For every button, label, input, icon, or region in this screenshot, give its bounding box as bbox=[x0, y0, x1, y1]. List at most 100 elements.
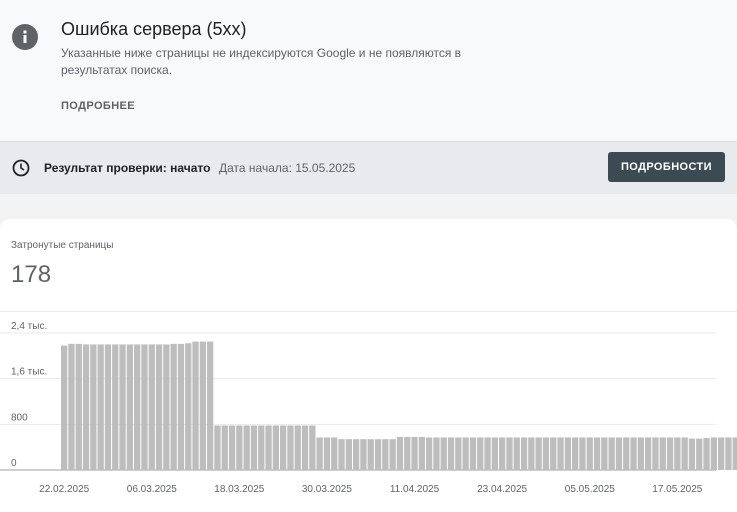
chart-bar[interactable] bbox=[367, 439, 374, 470]
chart-bar[interactable] bbox=[528, 437, 535, 470]
chart-bar[interactable] bbox=[579, 437, 586, 470]
clock-icon bbox=[12, 159, 30, 177]
chart-bar[interactable] bbox=[82, 344, 90, 470]
chart-bar[interactable] bbox=[126, 344, 133, 470]
chart-bar[interactable] bbox=[484, 437, 491, 470]
chart-bar[interactable] bbox=[491, 437, 498, 470]
chart-bar[interactable] bbox=[68, 343, 75, 470]
chart-bar[interactable] bbox=[75, 343, 82, 470]
chart-bar[interactable] bbox=[163, 344, 170, 470]
chart-bar[interactable] bbox=[199, 341, 206, 470]
chart-bar[interactable] bbox=[382, 439, 389, 470]
chart-bar[interactable] bbox=[294, 425, 301, 470]
chart-bar[interactable] bbox=[316, 437, 323, 470]
chart-bar[interactable] bbox=[90, 344, 97, 470]
chart-bar[interactable] bbox=[192, 341, 199, 470]
chart-bar[interactable] bbox=[185, 343, 192, 470]
chart-bar[interactable] bbox=[112, 344, 119, 470]
chart-bar[interactable] bbox=[645, 437, 652, 470]
chart-bar[interactable] bbox=[360, 439, 367, 470]
chart-bar[interactable] bbox=[97, 344, 104, 470]
chart-bar[interactable] bbox=[608, 437, 615, 470]
chart-bar[interactable] bbox=[593, 437, 601, 470]
chart-bar[interactable] bbox=[688, 438, 696, 470]
x-tick-label: 05.05.2025 bbox=[565, 484, 615, 495]
details-button[interactable]: ПОДРОБНОСТИ bbox=[608, 152, 725, 182]
chart-bar[interactable] bbox=[499, 437, 506, 470]
chart-bar[interactable] bbox=[272, 425, 279, 470]
chart-bar[interactable] bbox=[601, 437, 608, 470]
chart-bar[interactable] bbox=[440, 437, 447, 470]
chart-bar[interactable] bbox=[520, 437, 528, 470]
chart-bar[interactable] bbox=[469, 437, 477, 470]
chart-bar[interactable] bbox=[666, 437, 674, 470]
chart-bar[interactable] bbox=[389, 439, 396, 470]
chart-bar[interactable] bbox=[345, 439, 352, 470]
chart-bar[interactable] bbox=[513, 437, 520, 470]
chart-bar[interactable] bbox=[477, 437, 484, 470]
chart-bar[interactable] bbox=[265, 425, 272, 470]
chart-bar[interactable] bbox=[542, 437, 550, 470]
chart-bar[interactable] bbox=[681, 437, 688, 470]
chart-bar[interactable] bbox=[572, 437, 579, 470]
chart-bar[interactable] bbox=[309, 425, 316, 470]
chart-bar[interactable] bbox=[630, 437, 637, 470]
chart-bar[interactable] bbox=[652, 437, 659, 470]
chart-bar[interactable] bbox=[557, 437, 564, 470]
chart-bar[interactable] bbox=[177, 343, 185, 470]
chart-bar[interactable] bbox=[586, 437, 593, 470]
chart-bar[interactable] bbox=[221, 425, 228, 470]
chart-bar[interactable] bbox=[228, 425, 236, 470]
chart-bar[interactable] bbox=[718, 437, 725, 470]
chart-bar[interactable] bbox=[250, 425, 258, 470]
chart-bar[interactable] bbox=[411, 436, 418, 470]
chart-bar[interactable] bbox=[323, 437, 331, 470]
chart-bar[interactable] bbox=[104, 344, 112, 470]
chart-bar[interactable] bbox=[623, 437, 630, 470]
issue-description: Указанные ниже страницы не индексируются… bbox=[61, 46, 462, 77]
chart-bar[interactable] bbox=[455, 437, 462, 470]
chart-bar[interactable] bbox=[214, 425, 221, 470]
chart-bar[interactable] bbox=[331, 437, 338, 470]
chart-bar[interactable] bbox=[207, 341, 214, 470]
chart-bar[interactable] bbox=[280, 425, 287, 470]
chart-bar[interactable] bbox=[615, 437, 623, 470]
chart-bar[interactable] bbox=[119, 344, 126, 470]
chart-bar[interactable] bbox=[236, 425, 243, 470]
chart-bar[interactable] bbox=[170, 343, 177, 470]
chart-bar[interactable] bbox=[659, 437, 666, 470]
chart-bar[interactable] bbox=[404, 436, 411, 470]
chart-bar[interactable] bbox=[732, 437, 737, 470]
chart-bar[interactable] bbox=[338, 439, 345, 470]
more-link[interactable]: ПОДРОБНЕЕ bbox=[61, 100, 135, 112]
chart-bar[interactable] bbox=[258, 425, 265, 470]
chart-bar[interactable] bbox=[674, 437, 681, 470]
chart-bar[interactable] bbox=[155, 344, 163, 470]
chart-bar[interactable] bbox=[61, 345, 68, 470]
chart-bar[interactable] bbox=[696, 438, 703, 470]
chart-bar[interactable] bbox=[535, 437, 542, 470]
chart-bar[interactable] bbox=[564, 437, 571, 470]
chart-bar[interactable] bbox=[550, 437, 557, 470]
chart-bar[interactable] bbox=[418, 436, 425, 470]
chart-bar[interactable] bbox=[433, 437, 440, 470]
chart-bar[interactable] bbox=[725, 437, 732, 470]
chart-bar[interactable] bbox=[506, 437, 513, 470]
chart-bar[interactable] bbox=[447, 437, 455, 470]
chart-bar[interactable] bbox=[353, 439, 360, 470]
validation-start-date: Дата начала: 15.05.2025 bbox=[219, 161, 356, 175]
chart-bar[interactable] bbox=[287, 425, 294, 470]
chart-bar[interactable] bbox=[462, 437, 469, 470]
x-tick-label: 06.03.2025 bbox=[127, 484, 177, 495]
chart-bar[interactable] bbox=[396, 436, 404, 470]
chart-bar[interactable] bbox=[426, 437, 433, 470]
chart-bar[interactable] bbox=[301, 425, 309, 470]
chart-bar[interactable] bbox=[243, 425, 250, 470]
chart-bar[interactable] bbox=[148, 344, 155, 470]
chart-bar[interactable] bbox=[374, 439, 382, 470]
chart-bar[interactable] bbox=[141, 344, 148, 470]
chart-bar[interactable] bbox=[703, 438, 710, 470]
chart-bar[interactable] bbox=[637, 437, 644, 470]
chart-bar[interactable] bbox=[710, 437, 717, 470]
chart-bar[interactable] bbox=[134, 344, 141, 470]
